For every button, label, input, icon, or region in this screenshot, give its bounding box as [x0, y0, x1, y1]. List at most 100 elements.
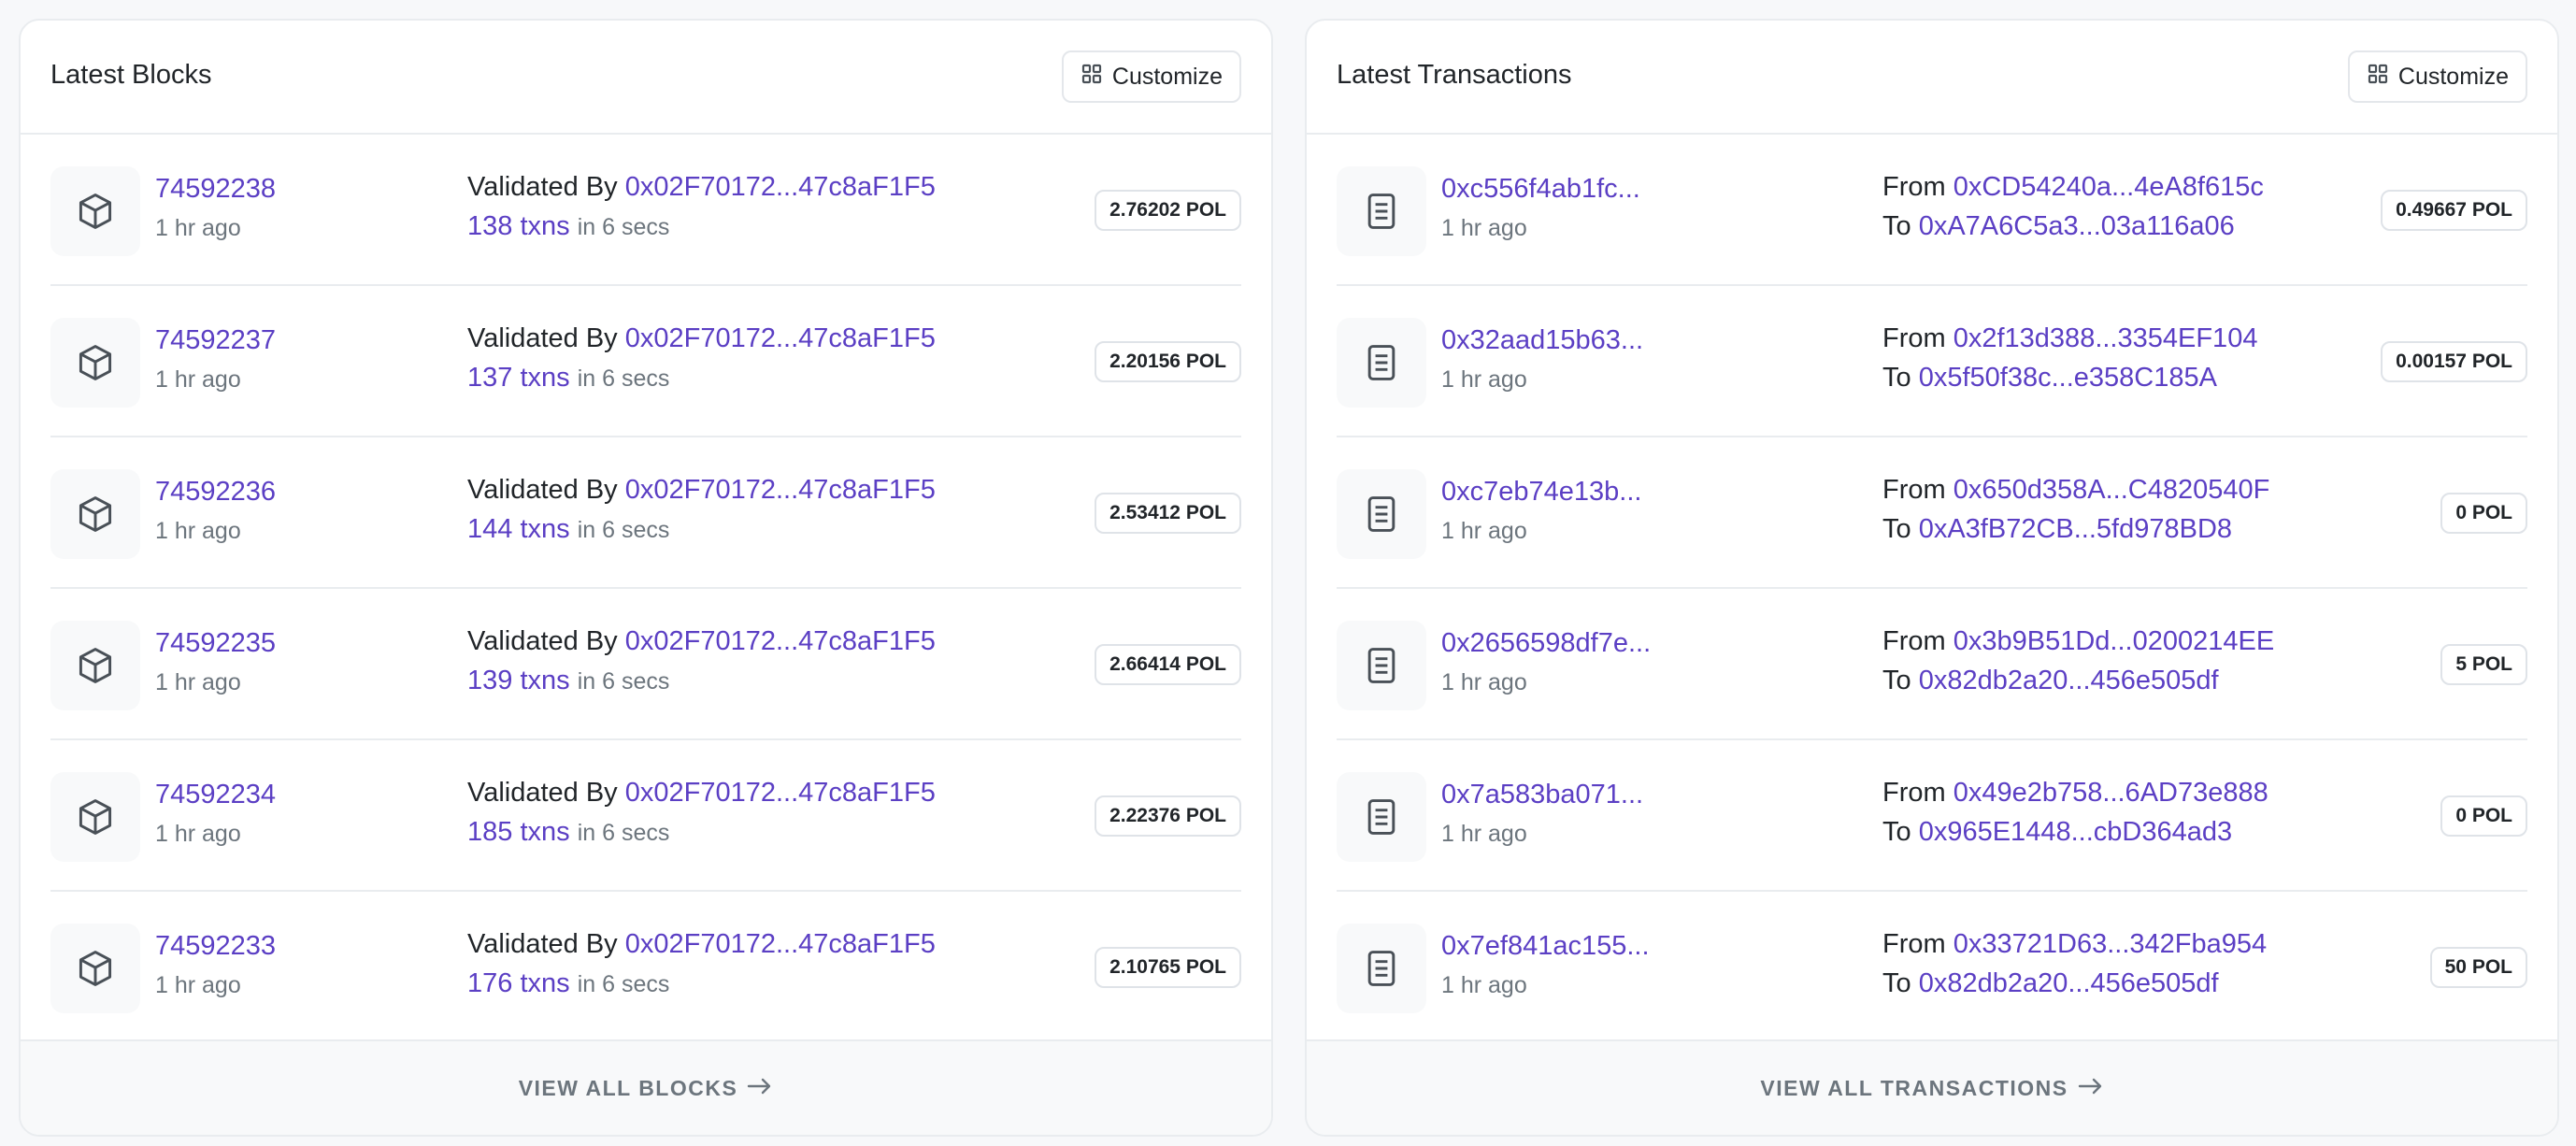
latest-blocks-title: Latest Blocks	[50, 60, 212, 90]
from-address-link[interactable]: 0x33721D63...342Fba954	[1953, 929, 2267, 959]
transaction-to: To 0x965E1448...cbD364ad3	[1882, 817, 2232, 848]
transaction-value-badge: 5 POL	[2440, 644, 2527, 685]
transactions-footer: VIEW ALL TRANSACTIONS	[1307, 1039, 2557, 1135]
transaction-age: 1 hr ago	[1441, 669, 1527, 695]
from-label: From	[1882, 929, 1946, 959]
block-row: 74592234 1 hr ago Validated By 0x02F7017…	[50, 740, 1241, 892]
block-age: 1 hr ago	[155, 366, 241, 393]
transaction-hash-link[interactable]: 0xc556f4ab1fc...	[1441, 174, 1640, 205]
txns-link[interactable]: 137 txns	[467, 363, 570, 393]
validated-by-label: Validated By	[467, 626, 618, 656]
transaction-from: From 0x2f13d388...3354EF104	[1882, 323, 2257, 354]
from-address-link[interactable]: 0x2f13d388...3354EF104	[1953, 323, 2258, 353]
block-duration: in 6 secs	[577, 214, 670, 240]
view-all-transactions-link[interactable]: VIEW ALL TRANSACTIONS	[1760, 1076, 2103, 1101]
document-icon	[1337, 621, 1426, 710]
block-number-link[interactable]: 74592237	[155, 325, 276, 356]
to-address-link[interactable]: 0x82db2a20...456e505df	[1919, 968, 2219, 998]
to-label: To	[1882, 666, 1911, 695]
to-label: To	[1882, 968, 1911, 998]
customize-label: Customize	[2397, 63, 2509, 90]
arrow-right-icon	[747, 1076, 773, 1101]
validated-by-label: Validated By	[467, 929, 618, 959]
txns-link[interactable]: 138 txns	[467, 211, 570, 241]
validated-by-label: Validated By	[467, 475, 618, 505]
from-address-link[interactable]: 0x650d358A...C4820540F	[1953, 475, 2270, 505]
transactions-customize-button[interactable]: Customize	[2347, 50, 2527, 103]
transaction-age: 1 hr ago	[1441, 215, 1527, 241]
to-address-link[interactable]: 0x965E1448...cbD364ad3	[1919, 817, 2232, 847]
document-icon	[1337, 318, 1426, 408]
to-address-link[interactable]: 0xA3fB72CB...5fd978BD8	[1919, 514, 2232, 544]
to-address-link[interactable]: 0xA7A6C5a3...03a116a06	[1919, 211, 2235, 241]
txns-link[interactable]: 144 txns	[467, 514, 570, 544]
transaction-hash-link[interactable]: 0x7a583ba071...	[1441, 780, 1643, 810]
validator-link[interactable]: 0x02F70172...47c8aF1F5	[625, 475, 936, 505]
validator-link[interactable]: 0x02F70172...47c8aF1F5	[625, 626, 936, 656]
view-all-blocks-link[interactable]: VIEW ALL BLOCKS	[519, 1076, 774, 1101]
block-txns: 138 txns in 6 secs	[467, 211, 669, 242]
transaction-row: 0xc7eb74e13b... 1 hr ago From 0x650d358A…	[1337, 437, 2527, 589]
to-address-link[interactable]: 0x5f50f38c...e358C185A	[1919, 363, 2217, 393]
block-age: 1 hr ago	[155, 215, 241, 241]
block-row: 74592235 1 hr ago Validated By 0x02F7017…	[50, 589, 1241, 740]
blocks-customize-button[interactable]: Customize	[1061, 50, 1241, 103]
cube-icon	[50, 924, 140, 1013]
txns-link[interactable]: 139 txns	[467, 666, 570, 695]
block-row: 74592237 1 hr ago Validated By 0x02F7017…	[50, 286, 1241, 437]
validator-link[interactable]: 0x02F70172...47c8aF1F5	[625, 172, 936, 202]
block-duration: in 6 secs	[577, 517, 670, 543]
transaction-to: To 0xA3fB72CB...5fd978BD8	[1882, 514, 2232, 545]
block-number-link[interactable]: 74592233	[155, 931, 276, 962]
transaction-value-badge: 50 POL	[2429, 947, 2527, 988]
transaction-age: 1 hr ago	[1441, 821, 1527, 847]
customize-label: Customize	[1111, 63, 1223, 90]
block-txns: 139 txns in 6 secs	[467, 666, 669, 696]
block-number-link[interactable]: 74592234	[155, 780, 276, 810]
document-icon	[1337, 924, 1426, 1013]
validator-link[interactable]: 0x02F70172...47c8aF1F5	[625, 778, 936, 808]
block-row: 74592236 1 hr ago Validated By 0x02F7017…	[50, 437, 1241, 589]
block-number-link[interactable]: 74592238	[155, 174, 276, 205]
validated-by: Validated By 0x02F70172...47c8aF1F5	[467, 778, 936, 809]
from-address-link[interactable]: 0xCD54240a...4eA8f615c	[1953, 172, 2264, 202]
block-age: 1 hr ago	[155, 518, 241, 544]
txns-link[interactable]: 176 txns	[467, 968, 570, 998]
dashboard: Latest Blocks Customize 74592238 1 hr ag…	[0, 0, 2576, 1146]
transaction-row: 0xc556f4ab1fc... 1 hr ago From 0xCD54240…	[1337, 135, 2527, 286]
transaction-age: 1 hr ago	[1441, 518, 1527, 544]
block-number-link[interactable]: 74592236	[155, 477, 276, 508]
latest-transactions-title: Latest Transactions	[1337, 60, 1572, 90]
latest-transactions-header: Latest Transactions Customize	[1307, 21, 2557, 135]
to-label: To	[1882, 514, 1911, 544]
validated-by: Validated By 0x02F70172...47c8aF1F5	[467, 323, 936, 354]
from-address-link[interactable]: 0x49e2b758...6AD73e888	[1953, 778, 2268, 808]
transaction-hash-link[interactable]: 0x2656598df7e...	[1441, 628, 1651, 659]
transaction-value-badge: 0 POL	[2440, 795, 2527, 837]
block-duration: in 6 secs	[577, 668, 670, 695]
transaction-age: 1 hr ago	[1441, 972, 1527, 998]
transaction-from: From 0x650d358A...C4820540F	[1882, 475, 2269, 506]
block-duration: in 6 secs	[577, 820, 670, 846]
transaction-row: 0x32aad15b63... 1 hr ago From 0x2f13d388…	[1337, 286, 2527, 437]
cube-icon	[50, 166, 140, 256]
transaction-from: From 0xCD54240a...4eA8f615c	[1882, 172, 2264, 203]
to-address-link[interactable]: 0x82db2a20...456e505df	[1919, 666, 2219, 695]
transaction-hash-link[interactable]: 0xc7eb74e13b...	[1441, 477, 1641, 508]
transaction-row: 0x7a583ba071... 1 hr ago From 0x49e2b758…	[1337, 740, 2527, 892]
transaction-hash-link[interactable]: 0x7ef841ac155...	[1441, 931, 1650, 962]
block-reward-badge: 2.20156 POL	[1095, 341, 1241, 382]
block-number-link[interactable]: 74592235	[155, 628, 276, 659]
block-reward-badge: 2.10765 POL	[1095, 947, 1241, 988]
validated-by-label: Validated By	[467, 172, 618, 202]
from-label: From	[1882, 172, 1946, 202]
block-txns: 185 txns in 6 secs	[467, 817, 669, 848]
txns-link[interactable]: 185 txns	[467, 817, 570, 847]
transaction-hash-link[interactable]: 0x32aad15b63...	[1441, 325, 1643, 356]
document-icon	[1337, 772, 1426, 862]
validator-link[interactable]: 0x02F70172...47c8aF1F5	[625, 323, 936, 353]
validator-link[interactable]: 0x02F70172...47c8aF1F5	[625, 929, 936, 959]
from-address-link[interactable]: 0x3b9B51Dd...0200214EE	[1953, 626, 2274, 656]
transaction-value-badge: 0.00157 POL	[2381, 341, 2527, 382]
block-age: 1 hr ago	[155, 821, 241, 847]
